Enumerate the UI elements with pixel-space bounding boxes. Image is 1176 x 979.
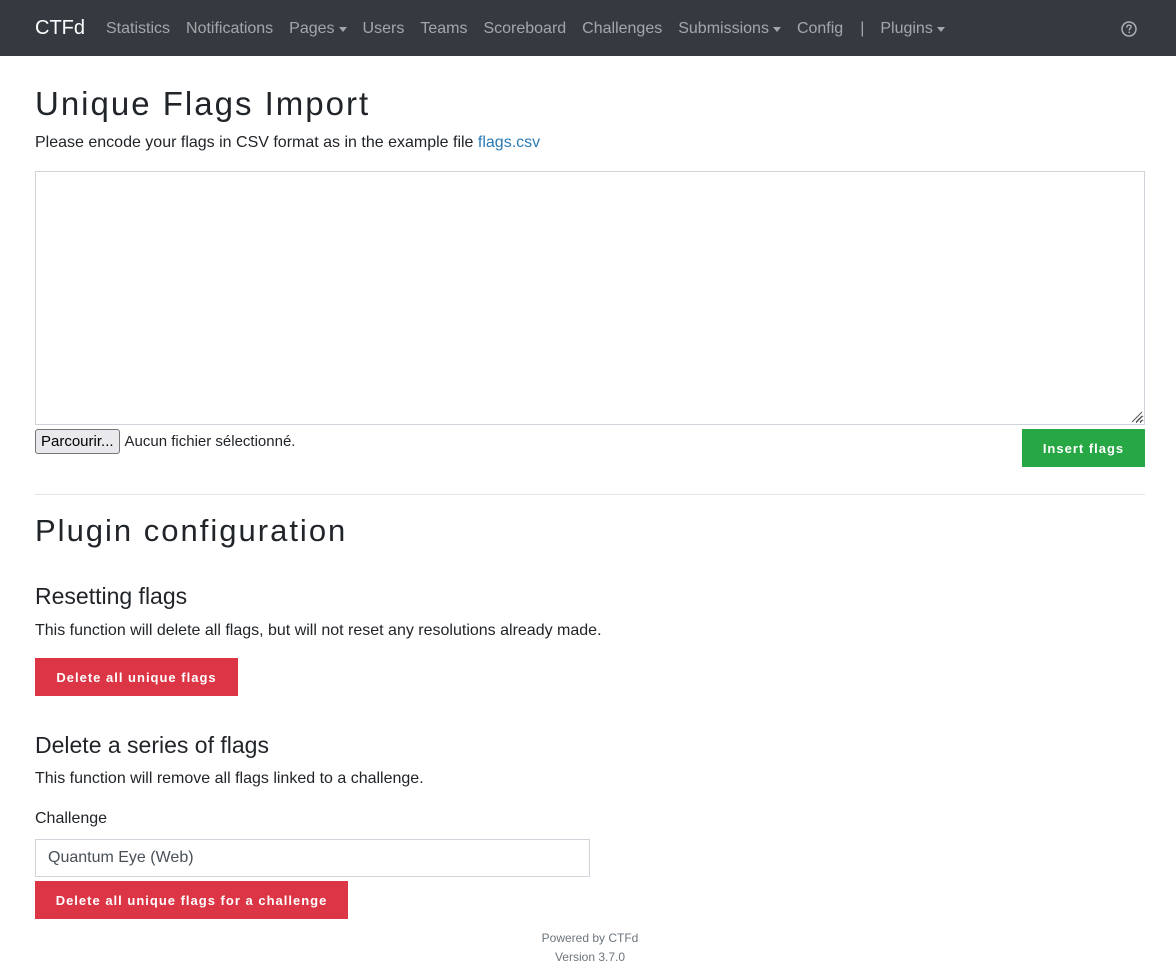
nav-item-notifications[interactable]: Notifications xyxy=(186,18,273,40)
brand-logo[interactable]: CTFd xyxy=(35,16,85,40)
footer-version: Version 3.7.0 xyxy=(554,950,626,964)
file-input: Parcourir... Aucun fichier sélectionné. xyxy=(35,429,295,454)
nav-item-plugins[interactable]: Plugins xyxy=(880,18,945,40)
nav-label: Pages xyxy=(289,20,335,37)
footer-powered[interactable]: Powered by CTFd xyxy=(0,929,1176,948)
delete-challenge-flags-button[interactable]: Delete all unique flags for a challenge xyxy=(35,881,348,919)
challenge-select[interactable]: Quantum Eye (Web) xyxy=(35,839,590,877)
nav-item-config[interactable]: Config xyxy=(797,18,843,40)
nav-item-pages[interactable]: Pages xyxy=(289,18,347,40)
nav-items: Statistics Notifications Pages Users Tea… xyxy=(106,18,961,40)
flags-textarea[interactable] xyxy=(35,171,1145,425)
delete-series-text: This function will remove all flags link… xyxy=(35,770,424,787)
caret-down-icon xyxy=(338,27,347,32)
nav-label: Scoreboard xyxy=(483,20,567,37)
nav-label: Config xyxy=(796,20,844,37)
browse-file-button[interactable]: Parcourir... xyxy=(35,429,120,454)
nav-label: Notifications xyxy=(186,20,274,37)
nav-label: Teams xyxy=(420,20,468,37)
insert-flags-button[interactable]: Insert flags xyxy=(1022,429,1145,467)
nav-label: Challenges xyxy=(582,20,663,37)
top-navbar: CTFd Statistics Notifications Pages User… xyxy=(0,0,1176,56)
footer: Powered by CTFd Version 3.7.0 xyxy=(0,929,1176,967)
example-file-link[interactable]: flags.csv xyxy=(478,134,540,151)
nav-item-statistics[interactable]: Statistics xyxy=(106,18,170,40)
delete-all-flags-button[interactable]: Delete all unique flags xyxy=(35,658,238,696)
nav-item-submissions[interactable]: Submissions xyxy=(678,18,781,40)
resetting-flags-text: This function will delete all flags, but… xyxy=(35,622,602,639)
import-description: Please encode your flags in CSV format a… xyxy=(35,133,540,153)
nav-label: Users xyxy=(362,20,405,37)
nav-item-challenges[interactable]: Challenges xyxy=(582,18,662,40)
file-status-text: Aucun fichier sélectionné. xyxy=(124,433,296,450)
nav-separator: | xyxy=(860,20,865,37)
nav-item-scoreboard[interactable]: Scoreboard xyxy=(483,18,566,40)
nav-label: Submissions xyxy=(678,20,769,37)
nav-label: Statistics xyxy=(106,20,171,37)
resize-handle-icon[interactable] xyxy=(1129,409,1143,423)
challenge-select-value: Quantum Eye (Web) xyxy=(48,849,194,866)
caret-down-icon xyxy=(936,27,945,32)
nav-label: Plugins xyxy=(880,20,933,37)
resetting-flags-heading: Resetting flags xyxy=(35,583,188,609)
delete-series-heading: Delete a series of flags xyxy=(35,732,269,758)
import-description-text: Please encode your flags in CSV format a… xyxy=(35,134,478,151)
page-title: Unique Flags Import xyxy=(35,85,371,122)
question-circle-icon[interactable] xyxy=(1121,21,1137,37)
nav-item-teams[interactable]: Teams xyxy=(420,18,467,40)
nav-item-users[interactable]: Users xyxy=(363,18,405,40)
plugin-config-title: Plugin configuration xyxy=(35,513,348,548)
section-divider xyxy=(35,494,1145,495)
challenge-label: Challenge xyxy=(35,810,108,827)
caret-down-icon xyxy=(772,27,781,32)
